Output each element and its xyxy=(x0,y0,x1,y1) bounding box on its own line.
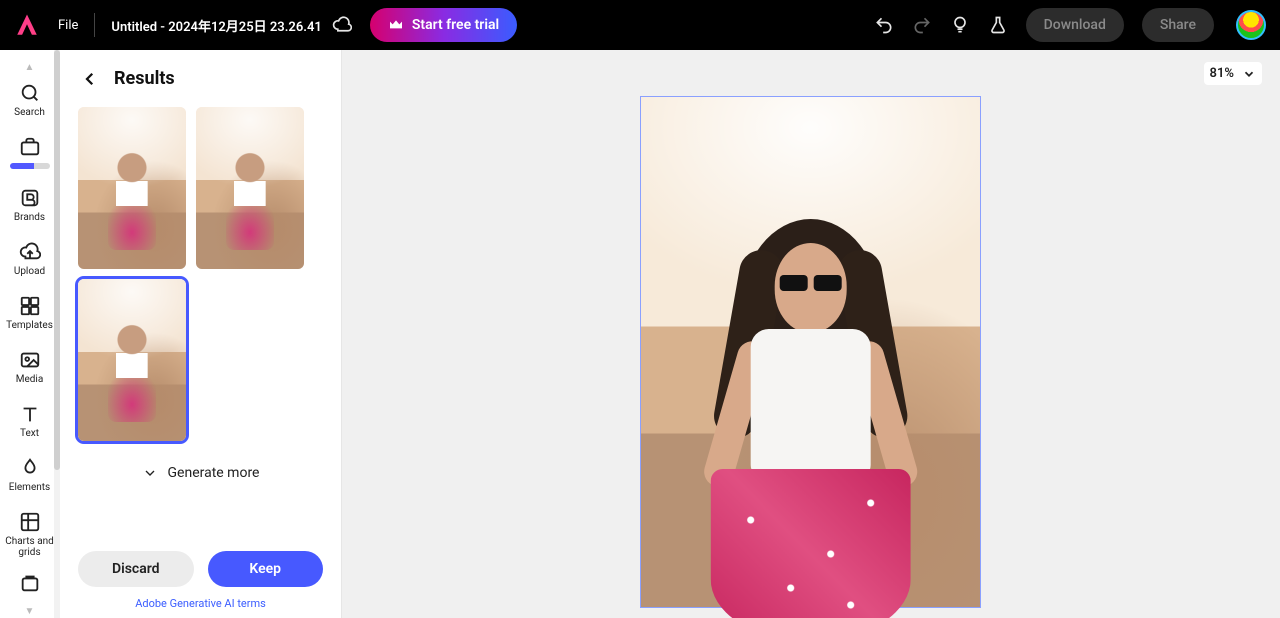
zoom-value: 81% xyxy=(1210,66,1234,81)
app-logo[interactable] xyxy=(14,12,40,38)
chevron-left-icon xyxy=(81,70,99,88)
templates-icon xyxy=(19,295,41,317)
left-rail: ▲ Search Brands Upload Templates Media T… xyxy=(0,50,60,618)
generate-more-label: Generate more xyxy=(168,465,260,481)
panel-footer: Discard Keep Adobe Generative AI terms xyxy=(60,535,341,618)
rail-upload-label: Upload xyxy=(14,266,45,277)
results-panel: Results Generate more Discard Keep Adobe… xyxy=(60,50,342,618)
rail-more[interactable] xyxy=(0,568,60,594)
image-subject xyxy=(712,219,909,586)
result-thumb-2[interactable] xyxy=(196,107,304,269)
beaker-icon[interactable] xyxy=(988,15,1008,35)
rail-search[interactable]: Search xyxy=(0,74,60,128)
user-avatar[interactable] xyxy=(1236,10,1266,40)
undo-icon[interactable] xyxy=(874,15,894,35)
result-thumbnails xyxy=(60,95,341,451)
rail-search-label: Search xyxy=(14,107,45,118)
lightbulb-icon[interactable] xyxy=(950,15,970,35)
charts-icon xyxy=(19,511,41,533)
brands-icon xyxy=(19,187,41,209)
keep-button[interactable]: Keep xyxy=(208,551,324,587)
cloud-sync-icon[interactable] xyxy=(332,15,352,35)
rail-templates-label: Templates xyxy=(6,320,53,331)
search-icon xyxy=(19,82,41,104)
ai-terms-link[interactable]: Adobe Generative AI terms xyxy=(78,597,323,610)
top-right-tools: Download Share xyxy=(874,8,1266,42)
upload-icon xyxy=(19,241,41,263)
elements-icon xyxy=(19,457,41,479)
zoom-control[interactable]: 81% xyxy=(1204,62,1262,85)
rail-brands[interactable]: Brands xyxy=(0,179,60,233)
rail-text-label: Text xyxy=(20,428,39,439)
addons-icon xyxy=(19,572,41,594)
rail-elements[interactable]: Elements xyxy=(0,449,60,503)
panel-title: Results xyxy=(114,68,175,89)
briefcase-icon xyxy=(19,136,41,158)
rail-brands-label: Brands xyxy=(14,212,45,223)
share-button[interactable]: Share xyxy=(1142,8,1214,42)
file-menu[interactable]: File xyxy=(58,18,78,33)
divider xyxy=(94,13,95,37)
result-thumb-3[interactable] xyxy=(78,279,186,441)
chevron-down-icon xyxy=(1242,67,1256,81)
rail-media[interactable]: Media xyxy=(0,341,60,395)
canvas-selected-image[interactable] xyxy=(640,96,981,608)
rail-media-label: Media xyxy=(16,374,44,385)
document-title[interactable]: Untitled - 2024年12月25日 23.26.41 xyxy=(111,16,321,35)
chevron-down-icon xyxy=(142,465,158,481)
rail-templates[interactable]: Templates xyxy=(0,287,60,341)
panel-header: Results xyxy=(60,50,341,95)
rail-upload[interactable]: Upload xyxy=(0,233,60,287)
media-icon xyxy=(19,349,41,371)
rail-scroll-up[interactable]: ▲ xyxy=(0,60,59,74)
trial-label: Start free trial xyxy=(412,17,499,33)
rail-charts[interactable]: Charts and grids xyxy=(0,503,60,568)
rail-text[interactable]: Text xyxy=(0,395,60,449)
discard-button[interactable]: Discard xyxy=(78,551,194,587)
rail-charts-label: Charts and grids xyxy=(0,536,60,558)
result-thumb-1[interactable] xyxy=(78,107,186,269)
text-icon xyxy=(19,403,41,425)
rail-elements-label: Elements xyxy=(9,482,50,493)
rail-your-stuff[interactable] xyxy=(0,128,60,179)
start-free-trial-button[interactable]: Start free trial xyxy=(370,8,517,42)
back-button[interactable] xyxy=(80,69,100,89)
app-body: ▲ Search Brands Upload Templates Media T… xyxy=(0,50,1280,618)
top-bar: File Untitled - 2024年12月25日 23.26.41 Sta… xyxy=(0,0,1280,50)
rail-scroll-down[interactable]: ▼ xyxy=(0,604,59,618)
canvas-area[interactable]: 81% xyxy=(342,50,1280,618)
download-button[interactable]: Download xyxy=(1026,8,1124,42)
generate-more-button[interactable]: Generate more xyxy=(60,451,341,495)
redo-icon[interactable] xyxy=(912,15,932,35)
storage-bar xyxy=(10,163,50,169)
crown-icon xyxy=(388,17,404,33)
